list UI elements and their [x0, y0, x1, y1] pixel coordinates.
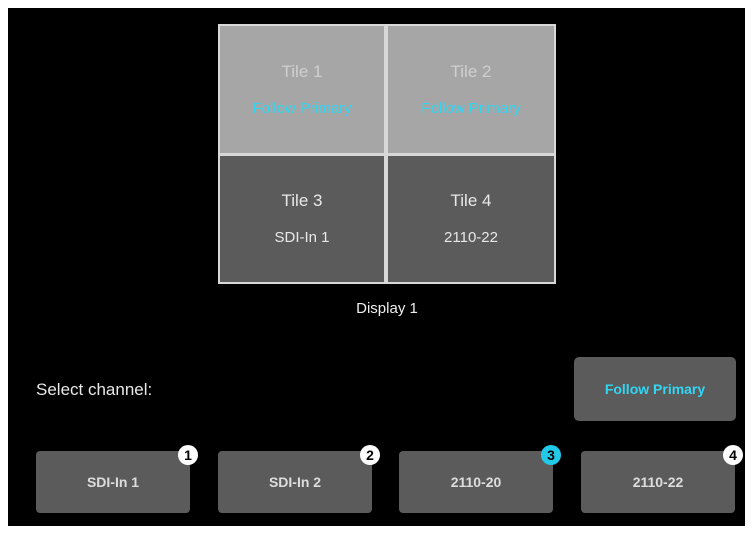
tile-4[interactable]: Tile 4 2110-22 — [388, 156, 554, 282]
follow-primary-button[interactable]: Follow Primary — [574, 357, 736, 421]
channel-number-badge: 1 — [178, 445, 198, 465]
select-channel-label: Select channel: — [36, 380, 153, 399]
channel-button-sdi-in-1[interactable]: SDI-In 1 1 — [36, 445, 198, 513]
tile-source: 2110-22 — [444, 229, 498, 246]
tile-title: Tile 2 — [450, 61, 492, 81]
tile-title: Tile 1 — [281, 61, 323, 81]
tile-source: SDI-In 1 — [274, 229, 330, 246]
channel-label: SDI-In 2 — [268, 474, 322, 490]
tile-1[interactable]: Tile 1 Follow Primary — [220, 26, 384, 153]
channel-label: 2110-20 — [450, 474, 502, 490]
tile-title: Tile 4 — [450, 191, 492, 210]
channel-button-sdi-in-2[interactable]: SDI-In 2 2 — [218, 445, 380, 513]
tile-3[interactable]: Tile 3 SDI-In 1 — [220, 156, 384, 282]
channel-label: 2110-22 — [632, 474, 684, 490]
channel-label: SDI-In 1 — [86, 474, 140, 490]
tile-source: Follow Primary — [252, 99, 352, 117]
channel-number-badge: 4 — [723, 445, 743, 465]
display-config-screen: Tile 1 Follow Primary Tile 2 Follow Prim… — [8, 8, 745, 526]
channel-button-2110-22[interactable]: 2110-22 4 — [581, 445, 743, 513]
display-label: Display 1 — [356, 300, 418, 317]
tile-title: Tile 3 — [281, 191, 323, 210]
channel-button-2110-20[interactable]: 2110-20 3 — [399, 445, 561, 513]
channel-number-badge-selected: 3 — [541, 445, 561, 465]
channel-number-badge: 2 — [360, 445, 380, 465]
tile-2[interactable]: Tile 2 Follow Primary — [388, 26, 554, 153]
tile-source: Follow Primary — [421, 99, 521, 117]
tile-layout-grid: Tile 1 Follow Primary Tile 2 Follow Prim… — [218, 24, 556, 284]
